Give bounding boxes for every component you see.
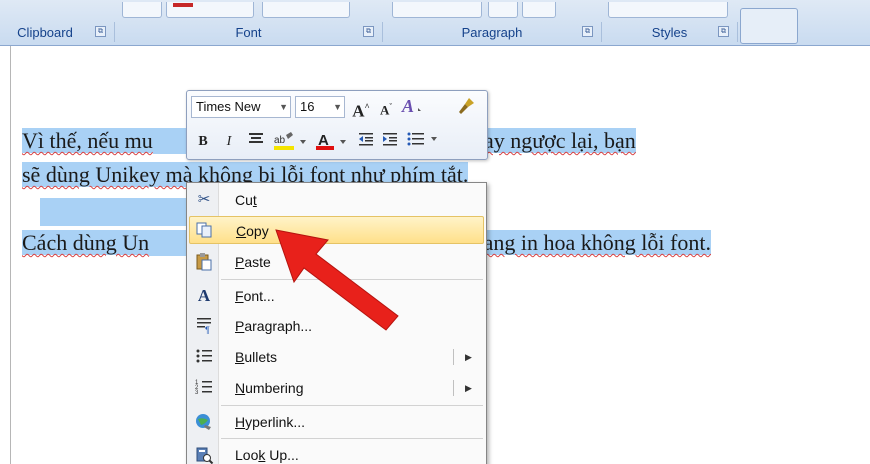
increase-indent-icon bbox=[383, 133, 397, 146]
svg-text:¶: ¶ bbox=[205, 325, 210, 334]
styles-gallery[interactable] bbox=[608, 2, 728, 18]
svg-text:A: A bbox=[401, 96, 414, 116]
group-label: Paragraph bbox=[461, 24, 523, 40]
word-window: Clipboard ⧉ Font ⧉ Paragraph ⧉ Styles ⧉ … bbox=[0, 0, 870, 464]
ribbon-group-font: Font ⧉ bbox=[115, 22, 383, 42]
font-name-value: Times New bbox=[196, 99, 261, 114]
numbering-icon: 123 bbox=[193, 378, 215, 398]
menu-item-label: Copy bbox=[236, 223, 269, 239]
submenu-divider bbox=[453, 380, 454, 396]
ribbon-group-styles: Styles ⧉ bbox=[602, 22, 738, 42]
group-label: Font bbox=[235, 24, 262, 40]
scissors-icon: ✂ bbox=[197, 191, 211, 208]
font-name-combo[interactable]: Times New ▼ bbox=[191, 96, 291, 118]
menu-separator bbox=[221, 438, 483, 439]
menu-item-cut[interactable]: ✂ Cut bbox=[189, 186, 484, 214]
svg-text:ab: ab bbox=[274, 135, 286, 146]
format-painter-icon bbox=[459, 98, 474, 114]
shrink-font-button[interactable]: Aˇ bbox=[375, 96, 397, 118]
menu-item-bullets[interactable]: Bullets ▶ bbox=[189, 343, 484, 371]
menu-separator bbox=[221, 405, 483, 406]
selected-text: Cách dùng Un bbox=[22, 230, 150, 255]
copy-icon bbox=[194, 221, 216, 241]
ribbon: Clipboard ⧉ Font ⧉ Paragraph ⧉ Styles ⧉ bbox=[0, 0, 870, 46]
highlight-icon: ab bbox=[274, 132, 306, 150]
center-align-button[interactable] bbox=[245, 131, 267, 153]
menu-item-label: Font... bbox=[235, 288, 275, 304]
group-label: Styles bbox=[651, 24, 688, 40]
ribbon-control[interactable] bbox=[166, 2, 254, 18]
bold-button[interactable]: B bbox=[193, 131, 213, 153]
bullets-icon bbox=[193, 347, 215, 367]
selected-text: Vì thế, nếu mu bbox=[22, 128, 153, 153]
ribbon-control[interactable] bbox=[122, 2, 162, 18]
dialog-launcher-icon[interactable]: ⧉ bbox=[363, 26, 374, 37]
bullets-toolbar-icon bbox=[407, 132, 437, 146]
menu-item-label: Bullets bbox=[235, 349, 278, 365]
selection-empty-line bbox=[40, 198, 186, 226]
ribbon-group-paragraph: Paragraph ⧉ bbox=[383, 22, 602, 42]
italic-icon: I bbox=[226, 134, 232, 149]
styles-icon: A bbox=[401, 96, 421, 116]
menu-item-hyperlink[interactable]: Hyperlink... bbox=[189, 408, 484, 436]
align-center-icon bbox=[249, 133, 263, 143]
dialog-launcher-icon[interactable]: ⧉ bbox=[95, 26, 106, 37]
chevron-down-icon[interactable]: ▼ bbox=[279, 97, 288, 117]
chevron-right-icon[interactable]: ▶ bbox=[465, 343, 472, 371]
selected-text: sang in hoa không lỗi font. bbox=[475, 230, 711, 255]
font-color-swatch bbox=[173, 3, 193, 7]
ribbon-control[interactable] bbox=[488, 2, 518, 18]
ribbon-control[interactable] bbox=[522, 2, 556, 18]
decrease-indent-button[interactable] bbox=[355, 131, 377, 153]
grow-font-button[interactable]: A^ bbox=[349, 96, 373, 121]
menu-item-label: Hyperlink... bbox=[235, 414, 306, 430]
ribbon-control[interactable] bbox=[262, 2, 350, 18]
menu-item-label: Cut bbox=[235, 192, 257, 208]
font-size-combo[interactable]: 16 ▼ bbox=[295, 96, 345, 118]
paragraph-icon: ¶ bbox=[193, 316, 215, 336]
grow-font-icon: A bbox=[352, 101, 365, 121]
menu-item-look-up[interactable]: Look Up... bbox=[189, 441, 484, 464]
group-label: Clipboard bbox=[17, 24, 73, 40]
dialog-launcher-icon[interactable]: ⧉ bbox=[718, 26, 729, 37]
decrease-indent-icon bbox=[359, 133, 373, 146]
highlight-button[interactable]: ab bbox=[271, 131, 309, 153]
page-edge bbox=[10, 46, 11, 464]
menu-item-numbering[interactable]: 123 Numbering ▶ bbox=[189, 374, 484, 402]
menu-item-label: Numbering bbox=[235, 380, 304, 396]
lookup-icon bbox=[193, 445, 215, 464]
format-painter-button[interactable] bbox=[455, 96, 479, 118]
menu-item-label: Paste bbox=[235, 254, 271, 270]
font-color-icon: A bbox=[316, 132, 346, 150]
font-icon: A bbox=[197, 286, 211, 305]
mini-toolbar: Times New ▼ 16 ▼ A^ Aˇ A B I ab A bbox=[186, 90, 488, 160]
menu-item-label: Look Up... bbox=[235, 447, 299, 463]
chevron-down-icon[interactable]: ▼ bbox=[333, 97, 342, 117]
font-color-button[interactable]: A bbox=[313, 131, 351, 153]
ribbon-group-clipboard: Clipboard ⧉ bbox=[0, 22, 115, 42]
italic-button[interactable]: I bbox=[219, 131, 239, 153]
svg-text:3: 3 bbox=[195, 390, 199, 396]
styles-button[interactable]: A bbox=[399, 96, 431, 118]
dialog-launcher-icon[interactable]: ⧉ bbox=[582, 26, 593, 37]
submenu-divider bbox=[453, 349, 454, 365]
bullets-button[interactable] bbox=[405, 131, 441, 153]
chevron-right-icon[interactable]: ▶ bbox=[465, 374, 472, 402]
change-styles-button[interactable] bbox=[740, 8, 798, 44]
ribbon-control[interactable] bbox=[392, 2, 482, 18]
shrink-font-icon: A bbox=[379, 102, 390, 118]
font-size-value: 16 bbox=[300, 99, 315, 114]
hyperlink-icon bbox=[193, 412, 215, 432]
red-arrow-annotation bbox=[275, 229, 399, 331]
increase-indent-button[interactable] bbox=[379, 131, 401, 153]
paste-icon bbox=[193, 252, 215, 272]
bold-icon: B bbox=[198, 134, 208, 149]
